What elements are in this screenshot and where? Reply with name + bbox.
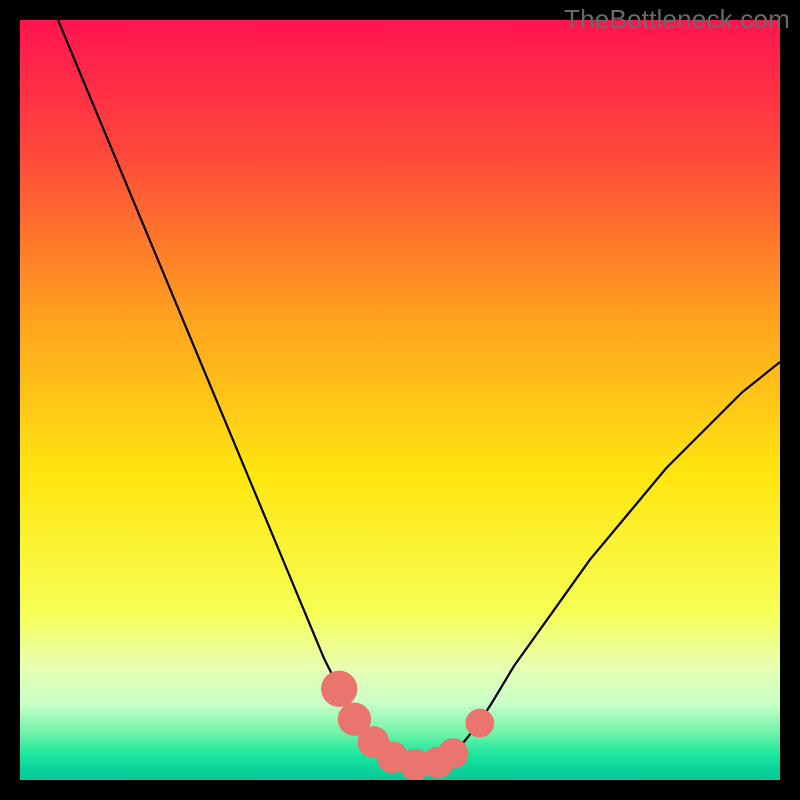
bottleneck-chart [20,20,780,780]
plot-background [20,20,780,780]
watermark-text: TheBottleneck.com [564,4,790,35]
curve-marker [321,671,357,707]
chart-frame: TheBottleneck.com [0,0,800,800]
curve-marker [438,738,468,768]
curve-marker [465,709,494,738]
